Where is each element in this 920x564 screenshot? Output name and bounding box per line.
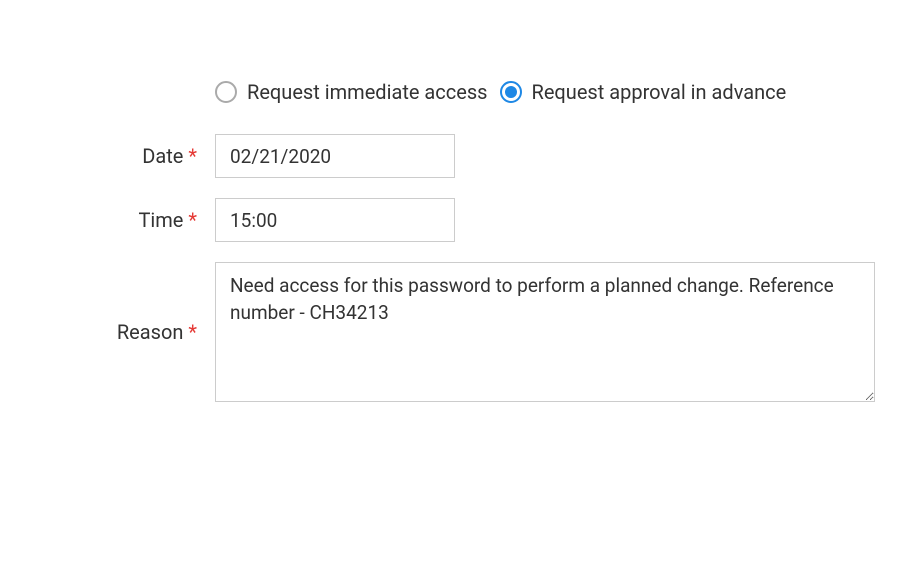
- date-input[interactable]: [215, 134, 455, 178]
- time-required-mark: *: [188, 208, 197, 232]
- reason-row: Reason *: [40, 262, 880, 402]
- radio-immediate-label: Request immediate access: [247, 80, 488, 104]
- access-type-radio-group: Request immediate access Request approva…: [215, 80, 880, 104]
- date-row: Date *: [40, 134, 880, 178]
- radio-checked-icon: [500, 81, 522, 103]
- radio-advance-label: Request approval in advance: [532, 80, 787, 104]
- date-required-mark: *: [188, 144, 197, 168]
- reason-textarea[interactable]: [215, 262, 875, 402]
- time-input[interactable]: [215, 198, 455, 242]
- time-row: Time *: [40, 198, 880, 242]
- time-label: Time *: [40, 198, 215, 242]
- radio-option-advance[interactable]: Request approval in advance: [500, 80, 787, 104]
- reason-label-text: Reason: [117, 320, 184, 344]
- date-label: Date *: [40, 134, 215, 178]
- radio-option-immediate[interactable]: Request immediate access: [215, 80, 488, 104]
- date-label-text: Date: [142, 144, 183, 168]
- reason-label: Reason *: [40, 320, 215, 344]
- time-label-text: Time: [138, 208, 183, 232]
- access-request-form: Request immediate access Request approva…: [40, 80, 880, 402]
- radio-unchecked-icon: [215, 81, 237, 103]
- reason-required-mark: *: [188, 320, 197, 344]
